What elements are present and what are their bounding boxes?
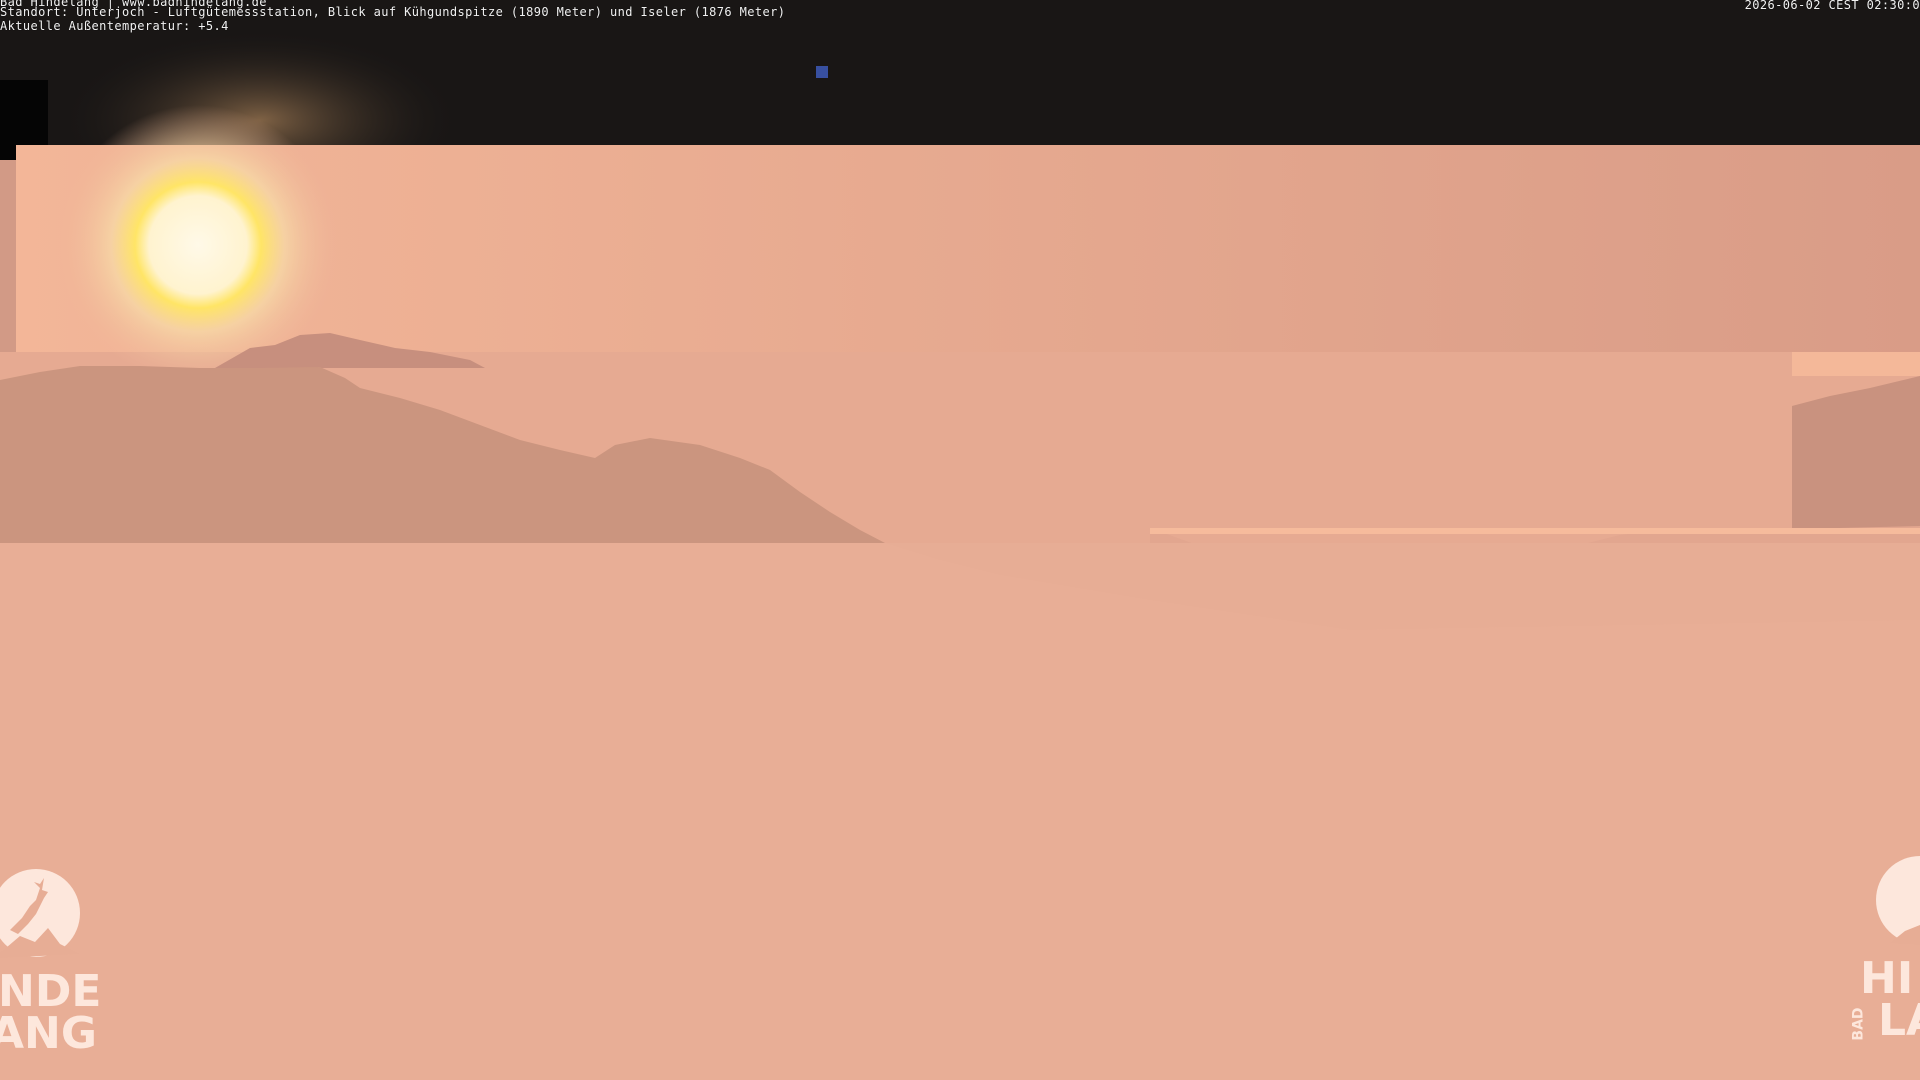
logo-right-line2: LA xyxy=(1878,995,1920,1046)
overlay-timestamp: 2026-06-02 CEST 02:30:0 xyxy=(1744,0,1920,12)
deer-logo-icon xyxy=(0,869,80,958)
overlay-caption-location: Standort: Unterjoch - Luftgütemessstatio… xyxy=(0,5,786,19)
right-edge-patch xyxy=(1792,352,1920,376)
logo-right-small: BAD xyxy=(1850,1007,1867,1041)
overlay-caption-temperature: Aktuelle Außentemperatur: +5.4 xyxy=(0,19,229,33)
bright-haze xyxy=(1150,528,1920,534)
deer-logo-icon xyxy=(1876,856,1920,945)
glitch-pixel xyxy=(816,66,828,78)
peach-sky-left-edge xyxy=(0,160,16,370)
logo-left-line2: ANG xyxy=(0,1008,97,1059)
webcam-scene xyxy=(0,0,1920,1080)
logo-bad-hindelang-left: NDE ANG xyxy=(0,858,115,1058)
logo-bad-hindelang-right: HI LA BAD xyxy=(1850,845,1920,1045)
